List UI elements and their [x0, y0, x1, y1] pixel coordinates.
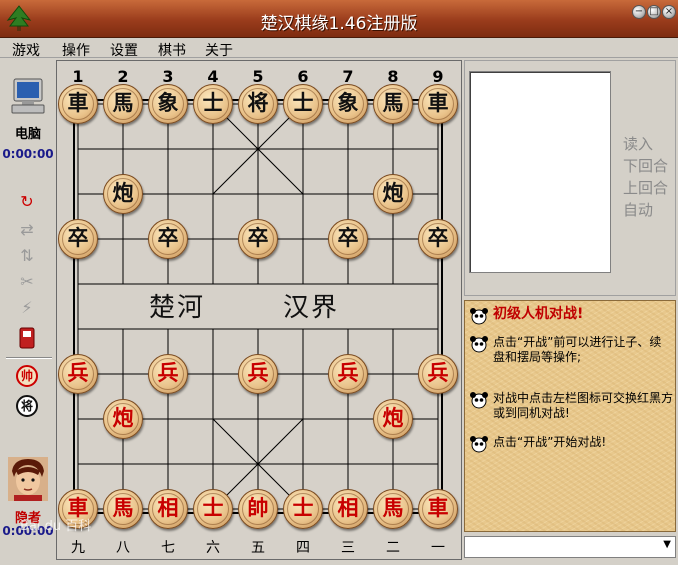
top-player-name: 电脑: [14, 127, 41, 142]
red-piece[interactable]: 炮: [103, 399, 143, 439]
black-piece[interactable]: 士: [193, 84, 233, 124]
chevron-down-icon[interactable]: ▼: [663, 539, 671, 550]
menu-operate[interactable]: 操作: [62, 40, 90, 60]
column-chinese-number: 七: [158, 537, 178, 557]
black-side-label: 将: [16, 395, 38, 417]
move-list[interactable]: [469, 71, 611, 273]
black-piece[interactable]: 炮: [373, 174, 413, 214]
menu-game[interactable]: 游戏: [12, 40, 40, 60]
black-piece[interactable]: 卒: [58, 219, 98, 259]
link-icon[interactable]: ✂: [16, 271, 38, 293]
menu-books[interactable]: 棋书: [158, 40, 186, 60]
restart-icon[interactable]: ↻: [16, 191, 38, 213]
red-side-label: 帅: [16, 365, 38, 387]
black-piece[interactable]: 士: [283, 84, 323, 124]
black-piece[interactable]: 象: [328, 84, 368, 124]
panda-icon: [470, 436, 488, 453]
auto-play-button[interactable]: 自动: [623, 199, 673, 220]
red-piece[interactable]: 馬: [373, 489, 413, 529]
message-panel: 初级人机对战! 点击“开战”前可以进行让子、续盘和摆局等操作; 对战中点击左栏图…: [464, 300, 676, 532]
message-headline: 初级人机对战!: [493, 306, 584, 322]
red-piece[interactable]: 馬: [103, 489, 143, 529]
control-panel: 读入 下回合 上回合 自动: [464, 60, 676, 296]
prev-move-button[interactable]: 上回合: [623, 177, 673, 198]
message-row: 对战中点击左栏图标可交换红黑方或到同机对战!: [469, 391, 673, 425]
black-piece[interactable]: 象: [148, 84, 188, 124]
message-text: 点击“开战”前可以进行让子、续盘和摆局等操作;: [493, 335, 662, 364]
red-piece[interactable]: 士: [283, 489, 323, 529]
red-piece[interactable]: 兵: [328, 354, 368, 394]
red-side-icon[interactable]: 帅: [16, 365, 38, 387]
computer-icon[interactable]: [10, 77, 46, 117]
river-left-text: 楚河: [149, 293, 206, 323]
next-move-button[interactable]: 下回合: [623, 155, 673, 176]
red-piece[interactable]: 帥: [238, 489, 278, 529]
red-piece[interactable]: 兵: [418, 354, 458, 394]
black-piece[interactable]: 炮: [103, 174, 143, 214]
panda-icon: [470, 336, 488, 353]
column-chinese-number: 八: [113, 537, 133, 557]
window-title: 楚汉棋缘1.46注册版: [260, 14, 418, 34]
updown-icon[interactable]: ⇅: [16, 245, 38, 267]
minimize-button[interactable]: −: [632, 5, 646, 19]
message-row: 点击“开战”前可以进行让子、续盘和摆局等操作;: [469, 335, 673, 379]
close-button[interactable]: ×: [662, 5, 676, 19]
column-chinese-number: 九: [68, 537, 88, 557]
black-piece[interactable]: 馬: [103, 84, 143, 124]
main-window: 楚汉棋缘1.46注册版 − □ × 游戏 操作 设置 棋书 关于 电脑 0:00…: [0, 0, 678, 565]
black-piece[interactable]: 車: [58, 84, 98, 124]
panda-icon: [470, 392, 488, 409]
column-chinese-number: 五: [248, 537, 268, 557]
black-piece[interactable]: 卒: [148, 219, 188, 259]
red-piece[interactable]: 兵: [58, 354, 98, 394]
column-chinese-number: 二: [383, 537, 403, 557]
left-panel: 电脑 0:00:00 ↻ ⇄ ⇅ ✂ ⚡ 帅 将 隐者 0:00:00: [2, 59, 54, 565]
black-piece[interactable]: 馬: [373, 84, 413, 124]
message-text: 对战中点击左栏图标可交换红黑方或到同机对战!: [493, 391, 674, 420]
chess-board[interactable]: 楚河 汉界 123456789九八七六五四三二一車馬象士将士象馬車炮炮卒卒卒卒卒…: [56, 60, 462, 560]
column-chinese-number: 三: [338, 537, 358, 557]
red-piece[interactable]: 兵: [238, 354, 278, 394]
panda-icon: [470, 308, 488, 325]
column-chinese-number: 六: [203, 537, 223, 557]
black-piece[interactable]: 卒: [418, 219, 458, 259]
red-piece[interactable]: 兵: [148, 354, 188, 394]
black-piece[interactable]: 将: [238, 84, 278, 124]
title-bar[interactable]: 楚汉棋缘1.46注册版 − □ ×: [0, 0, 678, 38]
stop-icon[interactable]: [16, 327, 38, 349]
chat-input[interactable]: ▼: [464, 536, 676, 558]
swap-icon[interactable]: ⇄: [16, 219, 38, 241]
read-in-button[interactable]: 读入: [623, 133, 673, 154]
message-row: 点击“开战”开始对战!: [469, 435, 673, 469]
red-piece[interactable]: 相: [328, 489, 368, 529]
black-piece[interactable]: 卒: [238, 219, 278, 259]
red-piece[interactable]: 相: [148, 489, 188, 529]
black-piece[interactable]: 車: [418, 84, 458, 124]
top-player-timer: 0:00:00: [2, 147, 54, 161]
menu-settings[interactable]: 设置: [110, 40, 138, 60]
maximize-button[interactable]: □: [647, 5, 661, 19]
column-chinese-number: 四: [293, 537, 313, 557]
red-piece[interactable]: 炮: [373, 399, 413, 439]
red-piece[interactable]: 車: [418, 489, 458, 529]
river-right-text: 汉界: [283, 293, 340, 323]
separator: [6, 357, 52, 359]
avatar[interactable]: [8, 457, 48, 501]
watermark: Bai du 百科: [20, 519, 92, 534]
menu-bar: 游戏 操作 设置 棋书 关于: [0, 38, 678, 60]
message-text: 点击“开战”开始对战!: [493, 435, 607, 449]
lightning-icon[interactable]: ⚡: [16, 297, 38, 319]
column-chinese-number: 一: [428, 537, 448, 557]
menu-about[interactable]: 关于: [205, 40, 233, 60]
black-side-icon[interactable]: 将: [16, 395, 38, 417]
board-grid: [73, 99, 443, 514]
black-piece[interactable]: 卒: [328, 219, 368, 259]
red-piece[interactable]: 士: [193, 489, 233, 529]
